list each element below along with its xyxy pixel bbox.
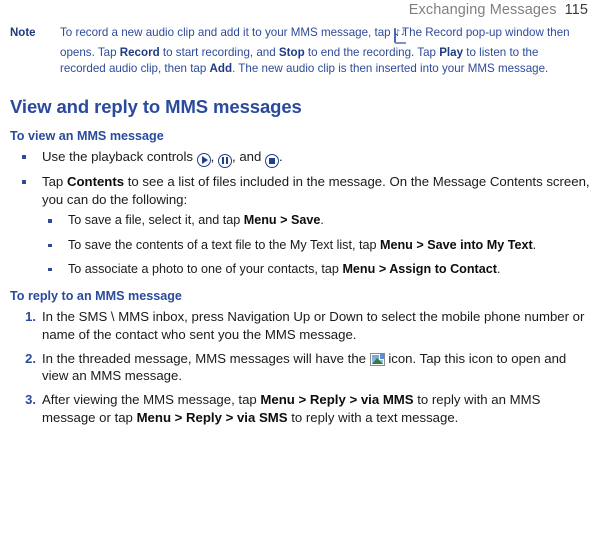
bullet1-text-1: Use the playback controls (42, 149, 197, 165)
page-number: 115 (564, 2, 588, 18)
list-item: Use the playback controls , , and . (10, 148, 590, 169)
note-bold-add: Add (209, 62, 233, 76)
list-item: 2. In the threaded message, MMS messages … (10, 350, 590, 386)
bullet2-text-2: to see a list of files included in the m… (42, 174, 590, 207)
pause-icon (218, 153, 232, 168)
step2-text-1: In the threaded message, MMS messages wi… (42, 350, 370, 366)
note-text-4: to end the recording. Tap (304, 45, 440, 59)
sub1-bold-menu-save: Menu > Save (243, 213, 321, 228)
bullet1-sep-2: , and (232, 149, 265, 165)
sub3-text-1: To associate a photo to one of your cont… (68, 261, 343, 276)
step3-text-1: After viewing the MMS message, tap (42, 392, 261, 408)
sub3-text-2: . (496, 261, 501, 276)
note-bold-record: Record (119, 45, 160, 59)
sub1-text-1: To save a file, select it, and tap (68, 213, 244, 228)
list-item: 3. After viewing the MMS message, tap Men… (10, 391, 590, 427)
mms-picture-icon (369, 352, 385, 366)
section-heading: View and reply to MMS messages (10, 96, 302, 118)
bullet-marker-icon (48, 219, 52, 223)
sub1-text-2: . (320, 213, 324, 228)
step3-bold-reply-via-mms: Menu > Reply > via MMS (260, 392, 414, 408)
sub2-text-2: . (532, 237, 537, 252)
note-body: To record a new audio clip and add it to… (60, 25, 586, 78)
note-text-1: To record a new audio clip and add it to… (60, 26, 394, 39)
view-mms-bullet-list: Use the playback controls , , and . Tap … (10, 148, 590, 278)
note-label: Note (10, 27, 36, 39)
note-text-3: to start recording, and (159, 45, 279, 59)
list-item: 1. In the SMS \ MMS inbox, press Navigati… (10, 308, 590, 344)
bullet1-sep-1: , (210, 149, 218, 165)
page-running-header: Exchanging Messages 115 (409, 2, 588, 18)
list-item: To save a file, select it, and tap Menu … (42, 212, 580, 229)
message-contents-sub-list: To save a file, select it, and tap Menu … (42, 212, 590, 278)
subheading-reply-mms: To reply to an MMS message (10, 288, 182, 303)
subheading-view-mms: To view an MMS message (10, 129, 164, 144)
header-chapter-title: Exchanging Messages (408, 2, 557, 18)
bullet1-text-2: . (279, 149, 283, 165)
record-audio-icon: ♪♪ (393, 28, 406, 45)
list-item: To save the contents of a text file to t… (42, 237, 580, 254)
bullet-marker-icon (48, 243, 52, 247)
note-callout: Note To record a new audio clip and add … (10, 25, 590, 78)
note-text-6: . The new audio clip is then inserted in… (232, 62, 549, 76)
bullet-marker-icon (48, 267, 52, 272)
note-bold-play: Play (439, 45, 464, 59)
list-item: Tap Contents to see a list of files incl… (10, 173, 590, 278)
sub2-text-1: To save the contents of a text file to t… (68, 237, 380, 252)
step-number: 3. (25, 392, 36, 408)
note-bold-stop: Stop (278, 45, 305, 59)
reply-mms-step-list: 1. In the SMS \ MMS inbox, press Navigati… (10, 308, 590, 427)
sub2-bold-menu-save-into-my-text: Menu > Save into My Text (379, 237, 533, 252)
step1-text-1: In the SMS \ MMS inbox, press Navigation… (42, 308, 585, 342)
step-number: 1. (25, 308, 36, 324)
bullet-marker-icon (22, 155, 26, 160)
step-number: 2. (25, 350, 36, 366)
bullet-marker-icon (22, 180, 26, 185)
sub3-bold-menu-assign-to-contact: Menu > Assign to Contact (342, 261, 497, 276)
bullet2-text-1: Tap (42, 174, 67, 190)
step3-text-3: to reply with a text message. (287, 409, 459, 425)
list-item: To associate a photo to one of your cont… (42, 261, 580, 278)
nested-sub-bullets-wrap: To save a file, select it, and tap Menu … (42, 212, 590, 278)
play-icon (196, 153, 211, 168)
page-content: Note To record a new audio clip and add … (10, 25, 590, 433)
stop-icon (265, 154, 279, 169)
step3-bold-reply-via-sms: Menu > Reply > via SMS (136, 409, 288, 425)
bullet2-bold-contents: Contents (66, 174, 125, 190)
